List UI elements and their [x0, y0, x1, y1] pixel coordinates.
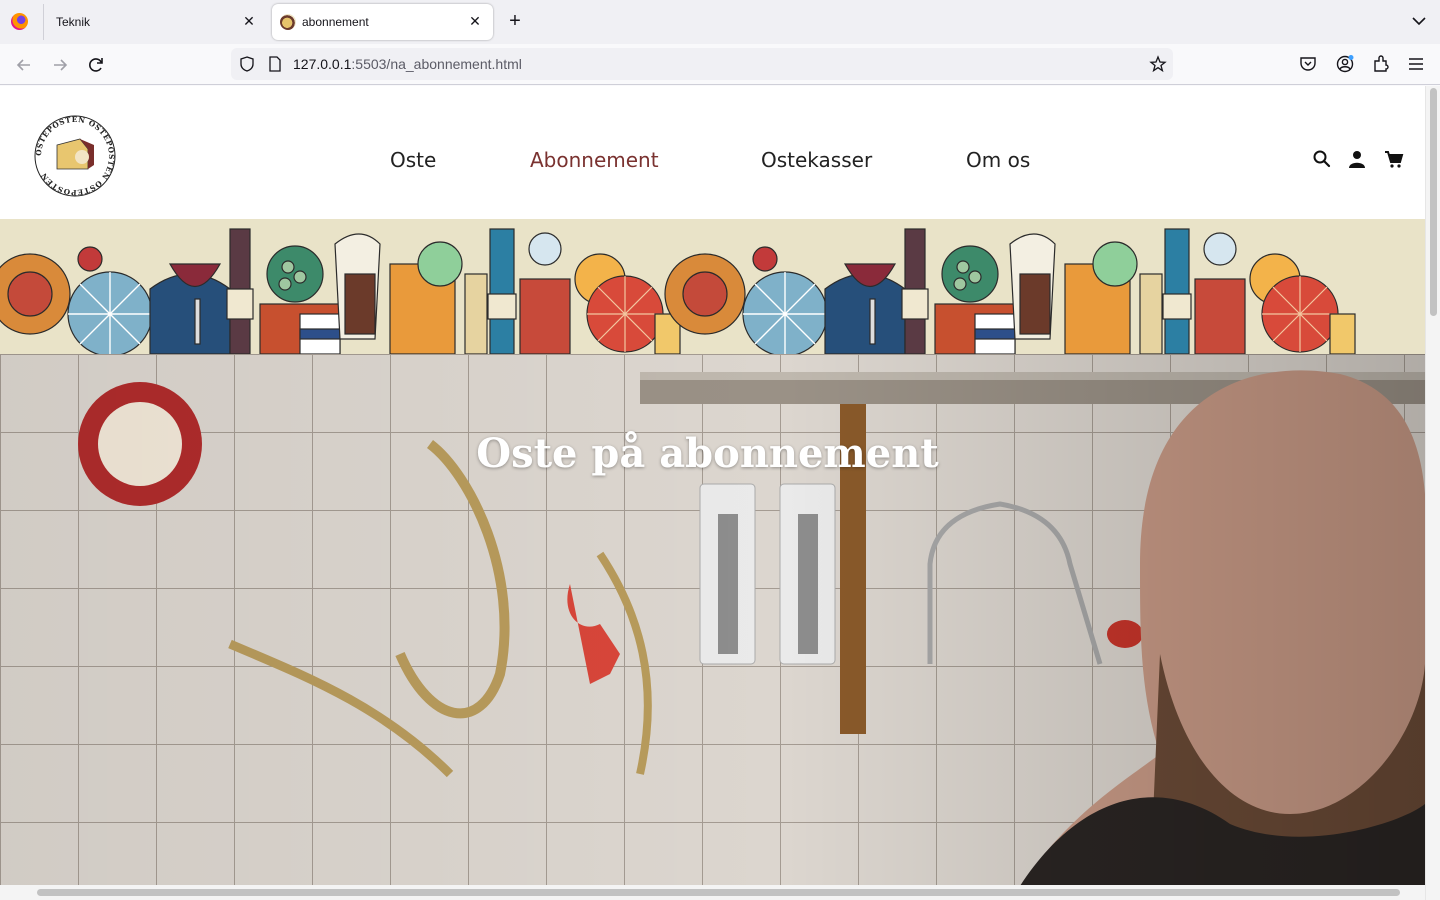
food-illustration-banner [0, 219, 1425, 354]
url-host: 127.0.0.1 [293, 56, 352, 72]
nav-link-ostekasser[interactable]: Ostekasser [761, 148, 872, 172]
nav-link-abonnement[interactable]: Abonnement [530, 148, 659, 172]
tab-teknik[interactable]: Teknik ✕ [43, 4, 267, 40]
web-page: OSTEPOSTEN OSTEPOSTEN OSTEPOSTEN Oste Ab… [0, 86, 1425, 900]
menu-icon[interactable] [1406, 54, 1426, 74]
url-text[interactable]: 127.0.0.1:5503/na_abonnement.html [293, 56, 522, 72]
horizontal-scrollbar[interactable] [0, 885, 1425, 900]
url-path: :5503/na_abonnement.html [351, 56, 522, 72]
site-header: OSTEPOSTEN OSTEPOSTEN OSTEPOSTEN Oste Ab… [0, 86, 1425, 219]
new-tab-icon[interactable]: + [505, 11, 525, 31]
vertical-scrollbar[interactable] [1425, 86, 1440, 900]
tab-title: Teknik [56, 15, 91, 29]
page-info-icon[interactable] [268, 56, 282, 72]
account-profile-icon[interactable] [1335, 54, 1355, 74]
tab-title: abonnement [302, 15, 369, 29]
vertical-scroll-thumb[interactable] [1430, 88, 1437, 316]
hero-section: Oste på abonnement [0, 354, 1425, 886]
horizontal-scroll-thumb[interactable] [37, 889, 1400, 896]
close-tab-icon[interactable]: ✕ [241, 13, 257, 29]
bookmark-star-icon[interactable] [1149, 55, 1167, 73]
account-icon[interactable] [1347, 149, 1367, 169]
nav-link-om-os[interactable]: Om os [966, 148, 1030, 172]
site-favicon-icon [280, 14, 296, 30]
search-icon[interactable] [1312, 149, 1332, 169]
back-icon[interactable] [13, 54, 35, 76]
forward-icon[interactable] [49, 54, 71, 76]
hero-title: Oste på abonnement [476, 430, 939, 477]
pocket-icon[interactable] [1298, 54, 1318, 74]
reload-icon[interactable] [85, 54, 107, 76]
tracking-protection-icon[interactable] [239, 56, 255, 72]
tab-abonnement[interactable]: abonnement ✕ [272, 4, 493, 40]
address-bar[interactable]: 127.0.0.1:5503/na_abonnement.html [231, 48, 1173, 80]
close-tab-icon[interactable]: ✕ [467, 13, 483, 29]
browser-tab-bar: Teknik ✕ abonnement ✕ + [0, 0, 1440, 44]
browser-navigation-bar: 127.0.0.1:5503/na_abonnement.html [0, 44, 1440, 85]
osteposten-logo[interactable]: OSTEPOSTEN OSTEPOSTEN OSTEPOSTEN [32, 113, 118, 199]
firefox-icon[interactable] [11, 13, 28, 30]
nav-link-oste[interactable]: Oste [390, 148, 436, 172]
list-all-tabs-icon[interactable] [1410, 12, 1428, 30]
extensions-icon[interactable] [1371, 54, 1391, 74]
cart-icon[interactable] [1384, 149, 1404, 169]
